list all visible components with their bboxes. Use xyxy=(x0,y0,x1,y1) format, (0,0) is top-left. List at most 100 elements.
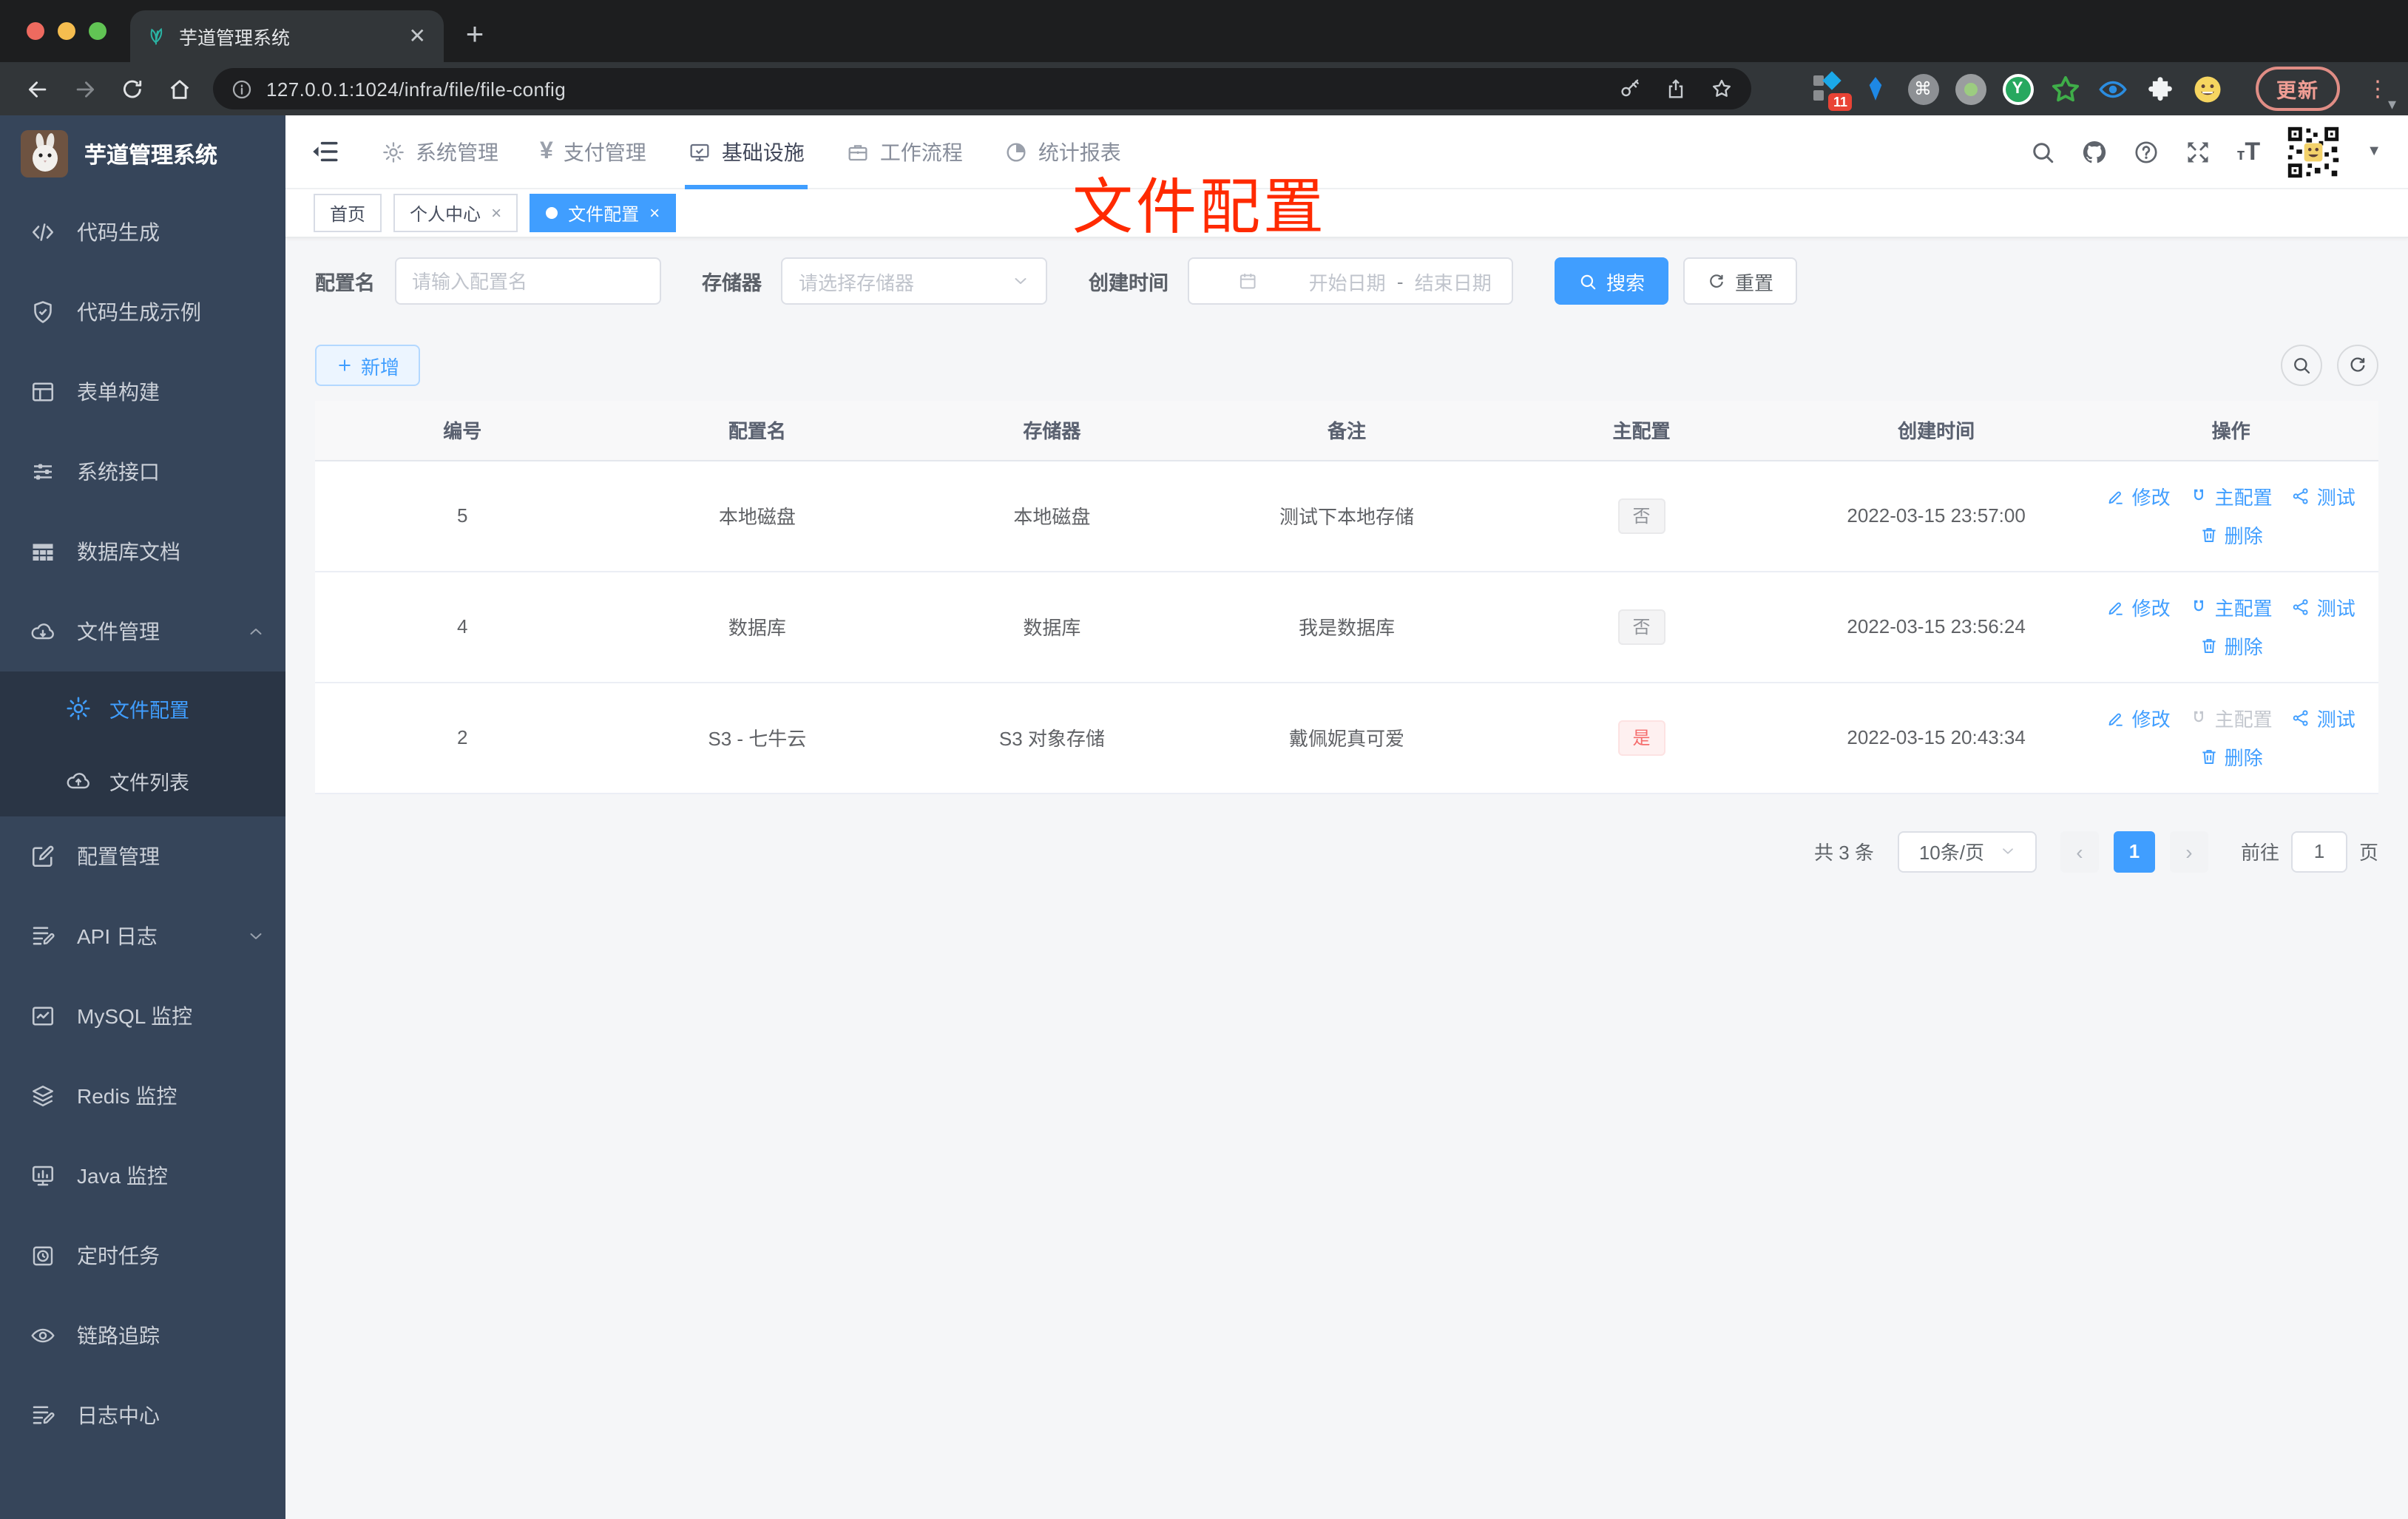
sidebar-item-config-management[interactable]: 配置管理 xyxy=(0,816,285,896)
tag-profile[interactable]: 个人中心 × xyxy=(393,194,518,232)
refresh-icon xyxy=(1707,271,1726,291)
extension-star-icon[interactable] xyxy=(2049,72,2081,105)
password-key-icon[interactable] xyxy=(1618,77,1642,101)
test-link[interactable]: 测试 xyxy=(2292,704,2355,732)
user-avatar[interactable] xyxy=(2285,124,2342,180)
test-link[interactable]: 测试 xyxy=(2292,593,2355,621)
extension-grid-icon[interactable]: 11 xyxy=(1812,71,1852,111)
url-bar[interactable]: 127.0.0.1:1024/infra/file/file-config xyxy=(213,68,1751,109)
help-icon[interactable] xyxy=(2134,138,2160,165)
sidebar-fold-icon[interactable] xyxy=(309,136,340,167)
table-header-row: 编号 配置名 存储器 备注 主配置 创建时间 操作 xyxy=(315,401,2378,461)
reset-button[interactable]: 重置 xyxy=(1683,257,1798,305)
sidebar-item-log-center[interactable]: 日志中心 xyxy=(0,1376,285,1455)
master-link[interactable]: 主配置 xyxy=(2190,593,2273,621)
avatar-caret-icon[interactable]: ▼ xyxy=(2367,143,2381,160)
show-search-button[interactable] xyxy=(2281,345,2322,386)
delete-link[interactable]: 删除 xyxy=(2199,742,2263,771)
sidebar-item-mysql-monitor[interactable]: MySQL 监控 xyxy=(0,976,285,1056)
sidebar-item-tracing[interactable]: 链路追踪 xyxy=(0,1296,285,1376)
sidebar: 芋道管理系统 代码生成 代码生成示例 表单构建 系统接口 数据库文档 文件管理 … xyxy=(0,115,285,1519)
main-area: 文件配置 系统管理 ¥ 支付管理 基础设施 工作流程 统计报表 тT ▼ 首页 … xyxy=(285,115,2408,1519)
share-icon[interactable] xyxy=(1664,77,1688,101)
site-info-icon[interactable] xyxy=(231,78,253,100)
tab-favicon-leaf-icon xyxy=(145,25,167,47)
extension-emoji-icon[interactable] xyxy=(2191,72,2223,105)
chevron-down-icon xyxy=(1012,272,1029,290)
topnav-workflow[interactable]: 工作流程 xyxy=(825,115,984,189)
storage-select[interactable]: 请选择存储器 xyxy=(781,257,1047,305)
window-controls xyxy=(27,22,106,40)
goto-page-input[interactable] xyxy=(2290,830,2347,872)
sidebar-item-code-gen[interactable]: 代码生成 xyxy=(0,192,285,272)
sidebar-item-api-log[interactable]: API 日志 xyxy=(0,896,285,976)
browser-tab[interactable]: 芋道管理系统 ✕ xyxy=(130,10,444,62)
delete-link[interactable]: 删除 xyxy=(2199,632,2263,660)
edit-link[interactable]: 修改 xyxy=(2107,704,2171,732)
toolbar-caret-icon[interactable]: ▾ xyxy=(2388,95,2396,114)
sidebar-item-file-config[interactable]: 文件配置 xyxy=(0,671,285,744)
sidebar-item-file-management[interactable]: 文件管理 xyxy=(0,592,285,671)
sidebar-item-file-list[interactable]: 文件列表 xyxy=(0,744,285,816)
edit-link[interactable]: 修改 xyxy=(2107,482,2171,510)
refresh-table-button[interactable] xyxy=(2337,345,2378,386)
config-name-input[interactable] xyxy=(394,257,660,305)
next-page-button[interactable]: › xyxy=(2169,830,2208,872)
date-range-picker[interactable]: 开始日期 - 结束日期 xyxy=(1188,257,1513,305)
topnav-label: 工作流程 xyxy=(879,140,963,163)
sidebar-item-db-doc[interactable]: 数据库文档 xyxy=(0,512,285,592)
reload-button[interactable] xyxy=(112,69,152,109)
font-size-icon[interactable]: тT xyxy=(2237,137,2261,166)
tag-close-icon[interactable]: × xyxy=(491,203,501,223)
window-close-button[interactable] xyxy=(27,22,44,40)
extension-gem-icon[interactable] xyxy=(1859,72,1892,105)
topnav-payment[interactable]: ¥ 支付管理 xyxy=(519,115,667,189)
app-logo: 芋道管理系统 xyxy=(0,115,285,192)
current-page-button[interactable]: 1 xyxy=(2113,830,2155,872)
search-icon[interactable] xyxy=(2030,138,2057,165)
new-tab-button[interactable]: + xyxy=(453,13,497,58)
topnav-system[interactable]: 系统管理 xyxy=(361,115,519,189)
screen: 芋道管理系统 ✕ + 127.0.0.1:1024/infra/file/fil… xyxy=(0,0,2408,1519)
home-button[interactable] xyxy=(160,69,200,109)
github-icon[interactable] xyxy=(2082,138,2108,165)
edit-link[interactable]: 修改 xyxy=(2107,593,2171,621)
search-button[interactable]: 搜索 xyxy=(1555,257,1669,305)
extension-eye-icon[interactable] xyxy=(2096,72,2128,105)
tag-file-config[interactable]: 文件配置 × xyxy=(530,194,677,232)
sidebar-item-redis-monitor[interactable]: Redis 监控 xyxy=(0,1056,285,1136)
tag-home[interactable]: 首页 xyxy=(314,194,382,232)
delete-link[interactable]: 删除 xyxy=(2199,521,2263,549)
extension-dot-icon[interactable] xyxy=(1954,72,1986,105)
extensions-puzzle-icon[interactable] xyxy=(2143,72,2176,105)
browser-menu-icon[interactable]: ⋮ xyxy=(2367,75,2390,102)
tab-close-icon[interactable]: ✕ xyxy=(406,24,429,49)
topnav-label: 支付管理 xyxy=(563,140,646,163)
sidebar-item-scheduled-tasks[interactable]: 定时任务 xyxy=(0,1216,285,1296)
add-button[interactable]: 新增 xyxy=(315,345,421,386)
app-title: 芋道管理系统 xyxy=(84,143,218,168)
window-zoom-button[interactable] xyxy=(89,22,106,40)
sidebar-item-system-api[interactable]: 系统接口 xyxy=(0,432,285,512)
extension-command-icon[interactable]: ⌘ xyxy=(1907,72,1939,105)
topnav-infrastructure[interactable]: 基础设施 xyxy=(667,115,825,189)
extension-y-icon[interactable]: Y xyxy=(2001,72,2034,105)
prev-page-button[interactable]: ‹ xyxy=(2060,830,2099,872)
url-text[interactable]: 127.0.0.1:1024/infra/file/file-config xyxy=(266,78,1596,100)
sidebar-item-form-builder[interactable]: 表单构建 xyxy=(0,352,285,432)
back-button[interactable] xyxy=(18,69,58,109)
search-button-label: 搜索 xyxy=(1606,271,1646,294)
forward-button[interactable] xyxy=(65,69,105,109)
sidebar-item-java-monitor[interactable]: Java 监控 xyxy=(0,1136,285,1216)
sidebar-item-code-demo[interactable]: 代码生成示例 xyxy=(0,272,285,352)
page-size-select[interactable]: 10条/页 xyxy=(1897,830,2037,872)
cell-remark: 测试下本地存储 xyxy=(1199,460,1495,572)
chrome-update-button[interactable]: 更新 xyxy=(2256,67,2340,111)
fullscreen-icon[interactable] xyxy=(2185,138,2212,165)
test-link[interactable]: 测试 xyxy=(2292,482,2355,510)
master-link[interactable]: 主配置 xyxy=(2190,482,2273,510)
bookmark-star-icon[interactable] xyxy=(1710,77,1734,101)
tag-close-icon[interactable]: × xyxy=(649,203,660,223)
trash-icon xyxy=(2199,747,2219,766)
window-minimize-button[interactable] xyxy=(58,22,75,40)
